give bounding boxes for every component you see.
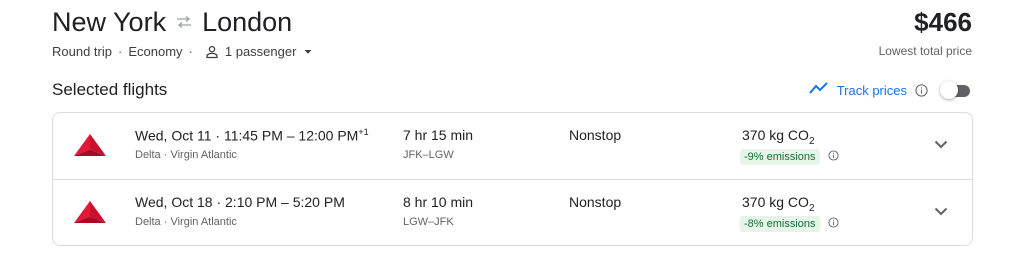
caret-down-icon[interactable] <box>304 49 312 55</box>
trip-options: Round trip · Economy · 1 passenger <box>52 44 972 59</box>
swap-arrows-icon[interactable] <box>176 16 192 28</box>
person-icon <box>205 45 219 59</box>
cabin-class[interactable]: Economy <box>128 44 182 59</box>
toggle-knob <box>940 81 958 99</box>
section-title: Selected flights <box>52 80 168 99</box>
trend-line-icon <box>808 81 829 100</box>
separator: · <box>216 194 222 210</box>
co2-text: 370 kg CO <box>742 127 809 143</box>
airport-codes: LGW–JFK <box>403 216 454 228</box>
passenger-selector[interactable]: 1 passenger <box>225 44 297 59</box>
separator: · <box>117 44 123 59</box>
origin-city: New York <box>52 7 167 37</box>
chevron-down-icon[interactable] <box>932 135 950 153</box>
flight-date: Wed, Oct 11 <box>135 127 212 144</box>
flight-duration: 8 hr 10 min <box>403 194 474 210</box>
selected-flights-header: Selected flights Track prices <box>52 78 972 102</box>
info-icon[interactable] <box>827 215 839 233</box>
flight-row-outbound[interactable]: Wed, Oct 11 · 11:45 PM – 12:00 PM+1 Delt… <box>53 113 972 179</box>
track-prices[interactable]: Track prices <box>808 81 972 100</box>
airline-names: Delta · Virgin Atlantic <box>135 149 237 161</box>
trip-type[interactable]: Round trip <box>52 44 112 59</box>
flight-row-return[interactable]: Wed, Oct 18 · 2:10 PM – 5:20 PM Delta · … <box>53 180 972 246</box>
stops-info: Nonstop <box>569 194 622 210</box>
flight-date: Wed, Oct 18 <box>135 194 213 210</box>
price-summary: $466 Lowest total price <box>879 6 972 58</box>
price-label: Lowest total price <box>878 44 972 58</box>
emissions-info: -8% emissions <box>740 215 839 233</box>
delta-logo-icon <box>73 200 107 224</box>
selected-flights-card: Wed, Oct 11 · 11:45 PM – 12:00 PM+1 Delt… <box>52 112 973 246</box>
trip-header: New York London Round trip · Economy · 1… <box>52 6 972 66</box>
co2-value: 370 kg CO2 <box>742 127 815 147</box>
track-prices-label[interactable]: Track prices <box>837 83 907 98</box>
delta-logo-icon <box>73 133 107 157</box>
emissions-info: -9% emissions <box>740 148 839 166</box>
info-icon[interactable] <box>915 83 928 97</box>
flight-times: Wed, Oct 11 · 11:45 PM – 12:00 PM+1 <box>135 127 369 144</box>
info-icon[interactable] <box>827 148 839 166</box>
flight-times: Wed, Oct 18 · 2:10 PM – 5:20 PM <box>135 194 345 210</box>
separator: · <box>215 127 221 144</box>
track-prices-toggle[interactable] <box>940 81 972 99</box>
chevron-down-icon[interactable] <box>932 202 950 220</box>
flight-duration: 7 hr 15 min <box>403 127 474 143</box>
total-price: $466 <box>914 7 972 37</box>
co2-subscript: 2 <box>808 202 815 214</box>
co2-subscript: 2 <box>808 135 815 147</box>
airport-codes: JFK–LGW <box>403 149 454 161</box>
separator: · <box>188 44 193 59</box>
time-range: 2:10 PM – 5:20 PM <box>225 194 345 210</box>
day-offset: +1 <box>358 127 369 137</box>
emissions-badge: -8% emissions <box>740 216 820 232</box>
emissions-badge: -9% emissions <box>740 149 820 165</box>
time-range: 11:45 PM – 12:00 PM <box>223 127 359 144</box>
route-title: New York London <box>52 6 972 38</box>
co2-text: 370 kg CO <box>742 194 809 210</box>
stops-info: Nonstop <box>569 127 622 143</box>
co2-value: 370 kg CO2 <box>742 194 815 214</box>
destination-city: London <box>202 7 293 37</box>
airline-names: Delta · Virgin Atlantic <box>135 216 237 228</box>
